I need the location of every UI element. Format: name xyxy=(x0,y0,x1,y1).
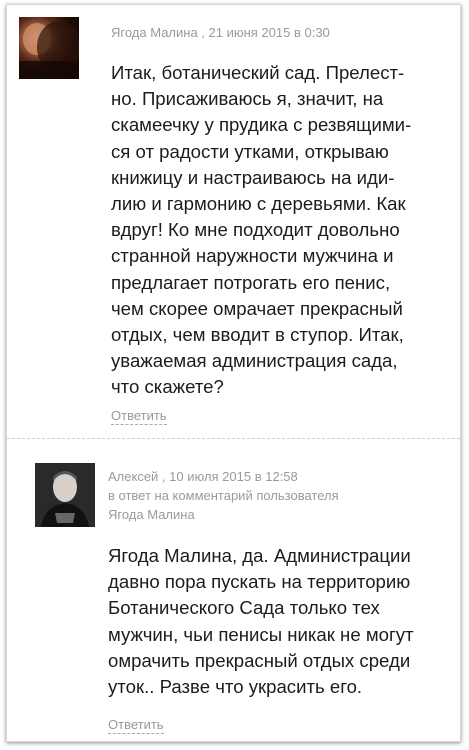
comment-author-date: Алексей , 10 июля 2015 в 12:58 xyxy=(108,469,298,484)
reply-link[interactable]: Ответить xyxy=(111,408,167,425)
avatar-photo-icon xyxy=(35,463,95,527)
comment-text: Ягода Малина, да. Администрации давно по… xyxy=(108,545,414,698)
comment-divider xyxy=(7,438,460,439)
comment-meta: Алексей , 10 июля 2015 в 12:58 в ответ н… xyxy=(108,467,339,524)
avatar[interactable] xyxy=(19,17,79,79)
avatar-photo-icon xyxy=(19,21,79,79)
comment-item: Ягода Малина , 21 июня 2015 в 0:30 Итак,… xyxy=(7,5,460,437)
reply-to-note: в ответ на комментарий пользователя Ягод… xyxy=(108,488,339,522)
comments-panel: Ягода Малина , 21 июня 2015 в 0:30 Итак,… xyxy=(6,4,461,742)
avatar[interactable] xyxy=(35,463,95,527)
reply-link[interactable]: Ответить xyxy=(108,717,164,734)
comment-text: Итак, ботанический сад. Прелест- но. При… xyxy=(111,62,412,398)
comment-item: Алексей , 10 июля 2015 в 12:58 в ответ н… xyxy=(7,443,460,743)
comment-meta: Ягода Малина , 21 июня 2015 в 0:30 xyxy=(111,25,330,40)
